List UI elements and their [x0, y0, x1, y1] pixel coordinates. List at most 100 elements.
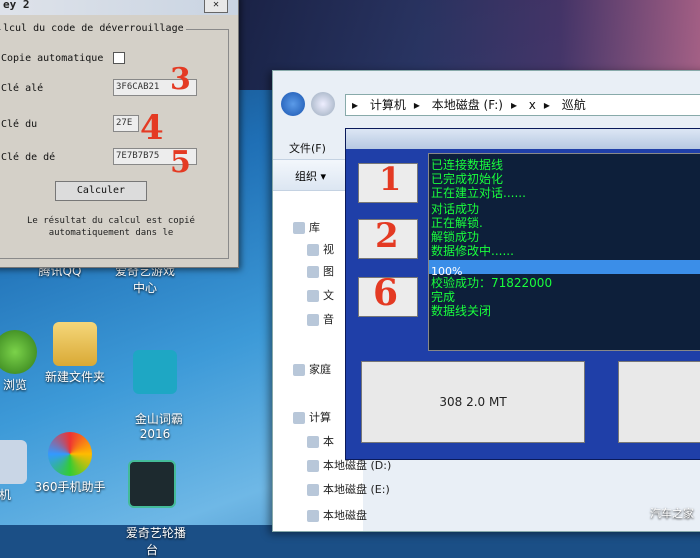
menu-file[interactable]: 文件(F) [289, 140, 326, 156]
desktop-icon-new-folder[interactable]: 新建文件夹 [30, 322, 120, 385]
handwritten-4: 4 [140, 108, 164, 148]
desktop-icon-label: 新建文件夹 [44, 370, 105, 384]
drive-icon [307, 484, 319, 496]
computer-icon [0, 440, 27, 484]
tool-titlebar [346, 129, 700, 149]
sidebar-item-label: 文 [323, 289, 334, 302]
log-line: 数据修改中...... [431, 244, 514, 258]
sidebar-item-label: 本地磁盘 (D:) [323, 459, 392, 472]
vehicle-model-button[interactable]: 308 2.0 MT [361, 361, 585, 443]
desktop-icon-iqiyi-carousel[interactable]: 爱奇艺轮播 台 [107, 432, 197, 558]
drive-icon [307, 510, 319, 522]
cle-de-de-label: Clé de dé [1, 152, 56, 163]
progress-row: 100% [429, 260, 700, 278]
handwritten-6: 6 [373, 272, 399, 314]
desktop-icon-360[interactable]: 360手机助手 [25, 432, 115, 495]
log-line: 正在建立对话...... [431, 186, 526, 200]
result-note: Le résultat du calcul est copié automati… [27, 216, 195, 238]
back-icon[interactable] [281, 92, 305, 116]
close-button[interactable]: ✕ [204, 0, 228, 13]
dialog-titlebar: ey 2 ✕ [0, 0, 238, 15]
done-line: 完成 [431, 290, 456, 304]
step-button-6[interactable]: 6 [358, 272, 418, 317]
sidebar-item-label: 本 [323, 435, 334, 448]
library-icon [293, 222, 305, 234]
cle-du-field[interactable]: 27E [113, 115, 139, 132]
status-log: 已连接数据线 已完成初始化 正在建立对话...... 对话成功 正在解锁. 解锁… [428, 153, 700, 351]
drive-icon [307, 436, 319, 448]
sidebar-item-label: 视 [323, 243, 334, 256]
handwritten-2: 2 [375, 216, 399, 256]
sidebar-item-label: 库 [309, 221, 320, 234]
step-button-1[interactable]: 1 [358, 160, 418, 203]
document-icon [307, 290, 319, 302]
music-icon [307, 314, 319, 326]
organize-button[interactable]: 组织 ▾ [295, 168, 326, 184]
breadcrumb-drive-f[interactable]: 本地磁盘 (F:) [432, 98, 503, 112]
sidebar-item-homegroup[interactable]: 家庭 [293, 361, 331, 379]
sidebar-item-computer[interactable]: 计算 [293, 409, 331, 427]
log-line: 正在解锁. [431, 216, 483, 230]
sidebar-item-label: 本地磁盘 (E:) [323, 483, 390, 496]
explorer-nav: ▸ 计算机 ▸ 本地磁盘 (F:) ▸ x ▸ 巡航 [273, 91, 700, 119]
step-button-2[interactable]: 2 [358, 216, 418, 259]
sidebar-item-label: 计算 [309, 411, 331, 424]
log-line: 对话成功 [431, 202, 480, 216]
chevron-right-icon: ▸ [543, 98, 550, 112]
folder-icon [53, 322, 97, 366]
unlock-code-dialog: ey 2 ✕ lcul du code de déverrouillage Co… [0, 0, 239, 268]
sidebar-item-drive-f[interactable]: 本地磁盘 [307, 507, 447, 525]
desktop-icon-label: 浏览 [2, 378, 27, 392]
jinshan-icon [133, 350, 177, 394]
breadcrumb-x[interactable]: x [529, 98, 536, 112]
desktop-icon-label: 机 [0, 488, 11, 502]
sidebar-item-docs[interactable]: 文 [307, 287, 334, 305]
iqiyi-game-label: 爱奇艺游戏 中心 [114, 264, 175, 295]
computer-icon [293, 412, 305, 424]
picture-icon [307, 266, 319, 278]
dialog-title: ey 2 [3, 0, 30, 11]
sidebar-item-label: 本地磁盘 [323, 509, 367, 522]
sidebar-item-label: 家庭 [309, 363, 331, 376]
sidebar-item-video[interactable]: 视 [307, 241, 334, 259]
chevron-right-icon: ▸ [413, 98, 420, 112]
handwritten-1: 1 [379, 160, 402, 198]
unlock-tool-window: 1 2 6 已连接数据线 已完成初始化 正在建立对话...... 对话成功 正在… [345, 128, 700, 460]
homegroup-icon [293, 364, 305, 376]
video-icon [307, 244, 319, 256]
desktop-icon-label: 360手机助手 [34, 480, 106, 494]
address-bar[interactable]: ▸ 计算机 ▸ 本地磁盘 (F:) ▸ x ▸ 巡航 [345, 94, 700, 116]
calculate-button[interactable]: Calculer [55, 181, 147, 201]
log-line: 已完成初始化 [431, 172, 504, 186]
handwritten-3: 3 [170, 62, 191, 97]
sidebar-item-pictures[interactable]: 图 [307, 263, 334, 281]
cle-du-label: Clé du [1, 119, 38, 130]
copy-auto-checkbox[interactable] [113, 52, 125, 64]
log-line: 解锁成功 [431, 230, 480, 244]
cle-ale-label: Clé alé [1, 83, 44, 94]
sidebar-item-music[interactable]: 音 [307, 311, 334, 329]
chevron-right-icon: ▸ [510, 98, 517, 112]
close-line: 数据线关闭 [431, 304, 492, 318]
copy-auto-label: Copie automatique [1, 53, 104, 64]
forward-icon[interactable] [311, 92, 335, 116]
sidebar-item-drive-e[interactable]: 本地磁盘 (E:) [307, 481, 447, 499]
log-line: 已连接数据线 [431, 158, 504, 172]
sidebar-item-label: 音 [323, 313, 334, 326]
sidebar-item-label: 图 [323, 265, 334, 278]
sidebar-item-library[interactable]: 库 [293, 219, 320, 237]
folder-icon: ▸ [352, 98, 359, 112]
handwritten-5: 5 [170, 145, 191, 180]
sidebar-item-drive-c[interactable]: 本 [307, 433, 334, 451]
breadcrumb-xunhang[interactable]: 巡航 [562, 98, 586, 112]
group-legend: lcul du code de déverrouillage [1, 23, 186, 34]
drive-icon [307, 460, 319, 472]
360-icon [48, 432, 92, 476]
desktop-icon-jinshan[interactable]: 金山词霸 2016 [110, 322, 200, 441]
watermark: 汽车之家 [650, 507, 694, 520]
vehicle-model-button-2[interactable]: 4 [618, 361, 700, 443]
iqiyi-icon [128, 460, 176, 508]
verify-line: 校验成功：71822000 [431, 276, 553, 290]
desktop-icon-label: 爱奇艺轮播 台 [125, 526, 186, 557]
breadcrumb-computer[interactable]: 计算机 [370, 98, 406, 112]
